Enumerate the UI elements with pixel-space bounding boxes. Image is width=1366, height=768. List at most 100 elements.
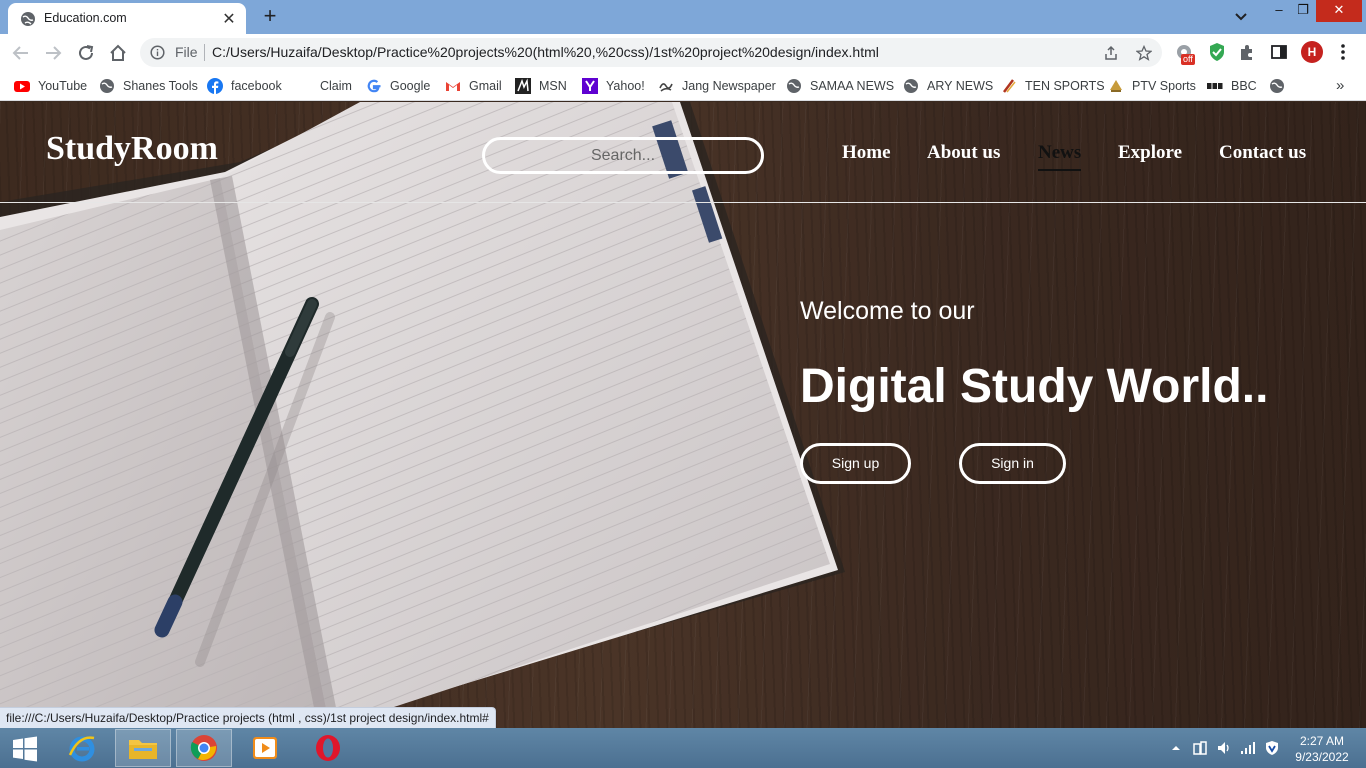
volume-icon[interactable]: [1216, 740, 1232, 756]
folder-icon: [129, 740, 157, 759]
bookmark-facebook[interactable]: facebook: [207, 76, 282, 96]
opera-icon: [316, 735, 340, 761]
bookmark-gmail[interactable]: Gmail: [445, 76, 502, 96]
media-player-taskbar-button[interactable]: [237, 729, 293, 767]
nav-contact-us[interactable]: Contact us: [1219, 142, 1306, 164]
chevron-down-icon[interactable]: [1232, 9, 1250, 25]
bookmark-label: Shanes Tools: [123, 79, 198, 93]
globe-icon: [21, 12, 35, 26]
globe-icon[interactable]: [1269, 78, 1285, 94]
address-bar[interactable]: File C:/Users/Huzaifa/Desktop/Practice%2…: [140, 38, 1162, 67]
media-player-icon: [253, 737, 277, 759]
browser-tab[interactable]: Education.com ✕: [8, 3, 246, 34]
ptv-icon: [1110, 80, 1122, 92]
forward-arrow-icon[interactable]: [42, 42, 64, 64]
tab-strip: Education.com ✕ + – ❐ ✕: [0, 0, 1366, 34]
globe-icon: [904, 79, 918, 93]
puzzle-icon[interactable]: [1238, 43, 1256, 61]
bookmark-label: SAMAA NEWS: [810, 79, 895, 93]
nav-about-us[interactable]: About us: [927, 142, 1000, 164]
clock-time: 2:27 AM: [1299, 734, 1345, 748]
close-window-button[interactable]: ✕: [1316, 0, 1362, 22]
google-icon: [367, 79, 381, 93]
info-icon[interactable]: [150, 45, 165, 60]
bookmark-youtube[interactable]: YouTube: [14, 76, 87, 96]
url-text[interactable]: C:/Users/Huzaifa/Desktop/Practice%20proj…: [212, 44, 879, 60]
network-signal-icon[interactable]: [1240, 740, 1256, 756]
link-status-bubble: file:///C:/Users/Huzaifa/Desktop/Practic…: [0, 707, 496, 728]
internet-explorer-icon: [68, 736, 95, 762]
hero-welcome-text: Welcome to our: [800, 297, 975, 325]
youtube-icon: [14, 81, 30, 92]
home-icon[interactable]: [107, 42, 129, 64]
more-menu-icon[interactable]: [1338, 41, 1348, 63]
search-input[interactable]: [485, 140, 761, 171]
opera-taskbar-button[interactable]: [300, 729, 356, 767]
sign-up-button[interactable]: Sign up: [800, 443, 911, 484]
bookmark-label: YouTube: [38, 79, 88, 93]
bookmark-jang[interactable]: Jang Newspaper: [658, 76, 776, 96]
bookmark-label: Yahoo!: [606, 79, 645, 93]
internet-explorer-taskbar-button[interactable]: [54, 729, 110, 767]
bbc-icon: [1207, 83, 1223, 89]
yahoo-icon: [582, 78, 598, 94]
nav-home[interactable]: Home: [842, 142, 891, 164]
file-explorer-taskbar-button[interactable]: [115, 729, 171, 767]
website-viewport: StudyRoom Home About us News Explore Con…: [0, 102, 1366, 728]
share-icon[interactable]: [1103, 45, 1119, 61]
header-divider: [0, 202, 1366, 203]
show-hidden-icons-icon[interactable]: [1168, 740, 1184, 756]
bookmark-bbc[interactable]: BBC: [1207, 76, 1257, 96]
tensports-icon: [1003, 79, 1016, 93]
device-icon[interactable]: [1192, 740, 1208, 756]
facebook-icon: [207, 78, 223, 94]
tab-title: Education.com: [44, 11, 127, 25]
hero-headline: Digital Study World..: [800, 360, 1269, 413]
nav-explore[interactable]: Explore: [1118, 142, 1182, 164]
star-icon[interactable]: [1136, 45, 1152, 61]
bookmark-label: Claim: [320, 79, 352, 93]
bookmark-ary[interactable]: ARY NEWS: [903, 76, 993, 96]
bookmark-label: TEN SPORTS: [1025, 79, 1105, 93]
profile-avatar[interactable]: H: [1301, 41, 1323, 63]
back-arrow-icon[interactable]: [10, 42, 32, 64]
bookmarks-overflow-button[interactable]: »: [1336, 77, 1344, 94]
clock-date: 9/23/2022: [1295, 750, 1349, 764]
tab-close-icon[interactable]: ✕: [221, 9, 237, 29]
extension-badge: off: [1181, 54, 1195, 65]
reload-icon[interactable]: [75, 42, 97, 64]
notebook-and-pen-image: [0, 102, 845, 728]
bookmark-ptv-sports[interactable]: PTV Sports: [1108, 76, 1196, 96]
new-tab-button[interactable]: +: [258, 4, 282, 28]
gmail-icon: [446, 82, 460, 91]
site-logo[interactable]: StudyRoom: [46, 130, 218, 168]
bookmark-yahoo[interactable]: Yahoo!: [582, 76, 645, 96]
nav-news[interactable]: News: [1038, 142, 1082, 171]
bookmark-label: Google: [390, 79, 431, 93]
bookmark-msn[interactable]: MSN: [515, 76, 567, 96]
msn-icon: [515, 78, 531, 94]
bookmark-claim[interactable]: Claim: [296, 76, 352, 96]
bookmark-ten-sports[interactable]: TEN SPORTS: [1001, 76, 1105, 96]
site-search-box[interactable]: [482, 137, 764, 174]
security-shield-icon[interactable]: [1264, 740, 1280, 756]
chrome-taskbar-button[interactable]: [176, 729, 232, 767]
bookmark-google[interactable]: Google: [366, 76, 430, 96]
bookmark-label: MSN: [539, 79, 567, 93]
shield-icon[interactable]: [1208, 42, 1226, 62]
windows-start-icon[interactable]: [12, 736, 38, 762]
bookmark-shanes-tools[interactable]: Shanes Tools: [99, 76, 198, 96]
sign-in-button[interactable]: Sign in: [959, 443, 1066, 484]
bookmark-label: BBC: [1231, 79, 1257, 93]
bookmark-label: Gmail: [469, 79, 502, 93]
bookmark-label: facebook: [231, 79, 282, 93]
chrome-icon: [190, 735, 217, 761]
bookmark-samaa[interactable]: SAMAA NEWS: [786, 76, 894, 96]
system-clock[interactable]: 2:27 AM 9/23/2022: [1290, 733, 1354, 765]
windows-taskbar: 2:27 AM 9/23/2022: [0, 728, 1366, 768]
globe-icon: [787, 79, 801, 93]
extension-off[interactable]: off: [1175, 43, 1197, 65]
side-panel-icon[interactable]: [1270, 43, 1288, 61]
bookmarks-bar: YouTube Shanes Tools facebook Claim Goog…: [0, 71, 1366, 101]
bookmark-label: ARY NEWS: [927, 79, 994, 93]
